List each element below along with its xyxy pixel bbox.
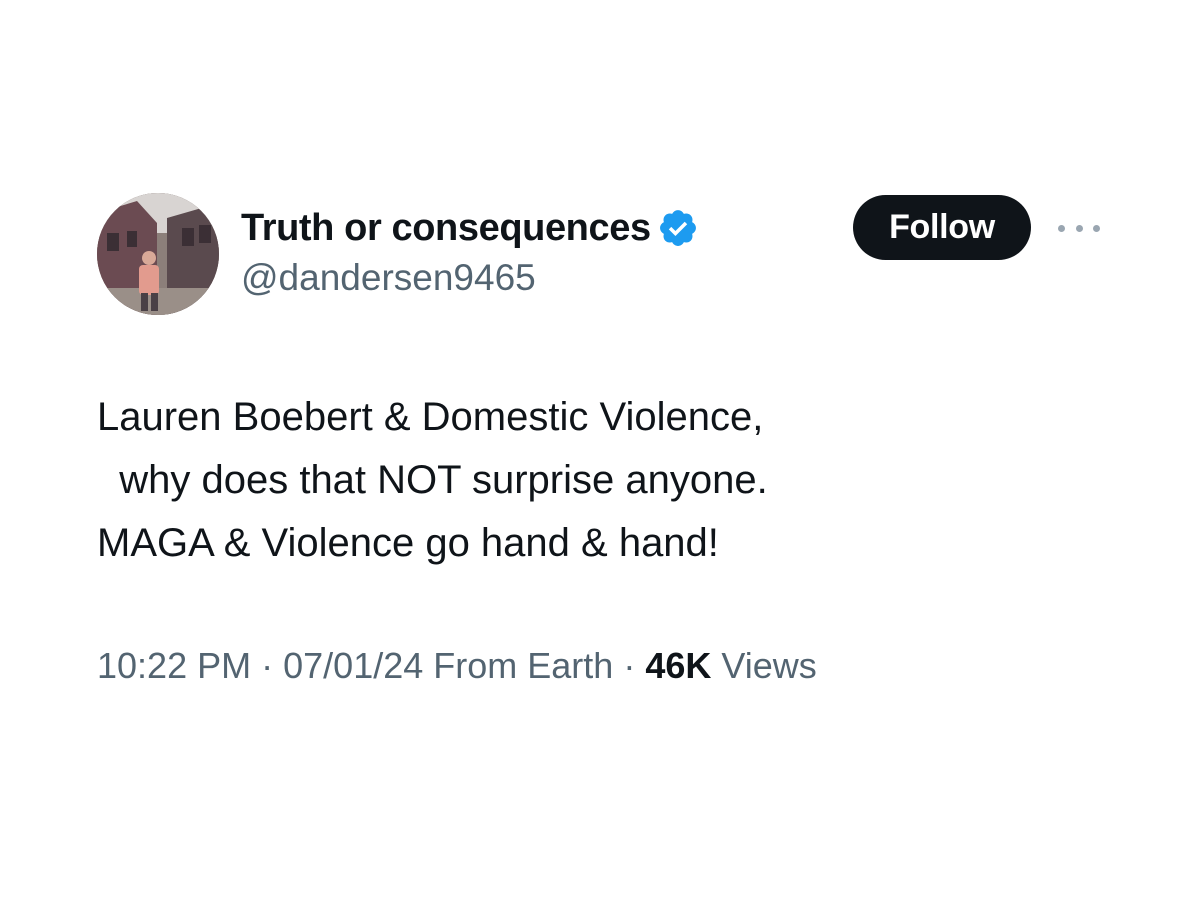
tweet-text-line: Lauren Boebert & Domestic Violence, xyxy=(97,395,764,439)
author-name-text: Truth or consequences xyxy=(241,207,651,249)
follow-button[interactable]: Follow xyxy=(853,195,1031,260)
views-label: Views xyxy=(721,645,817,686)
avatar[interactable] xyxy=(97,193,219,315)
tweet-card: Truth or consequences @dandersen9465 Fol… xyxy=(0,0,1200,900)
verified-badge-icon[interactable] xyxy=(657,207,699,249)
author-handle[interactable]: @dandersen9465 xyxy=(241,256,536,300)
tweet-text: Lauren Boebert & Domestic Violence, why … xyxy=(97,386,1097,575)
author-display-name[interactable]: Truth or consequences xyxy=(241,206,699,250)
meta-separator: · xyxy=(623,645,636,686)
tweet-source: From Earth xyxy=(433,645,614,686)
ellipsis-dot xyxy=(1075,224,1083,232)
more-options-ellipsis-icon[interactable] xyxy=(1058,216,1100,240)
tweet-text-line: why does that NOT surprise anyone. xyxy=(97,458,768,502)
views-count: 46K xyxy=(645,645,712,686)
tweet-text-line: MAGA & Violence go hand & hand! xyxy=(97,521,719,565)
ellipsis-dot xyxy=(1058,224,1065,232)
profile-photo xyxy=(97,193,219,315)
tweet-date[interactable]: 07/01/24 xyxy=(283,645,423,686)
tweet-meta: 10:22 PM · 07/01/24 From Earth · 46K Vie… xyxy=(97,642,817,690)
meta-separator: · xyxy=(261,645,274,686)
tweet-time[interactable]: 10:22 PM xyxy=(97,645,251,686)
ellipsis-dot xyxy=(1093,224,1100,232)
